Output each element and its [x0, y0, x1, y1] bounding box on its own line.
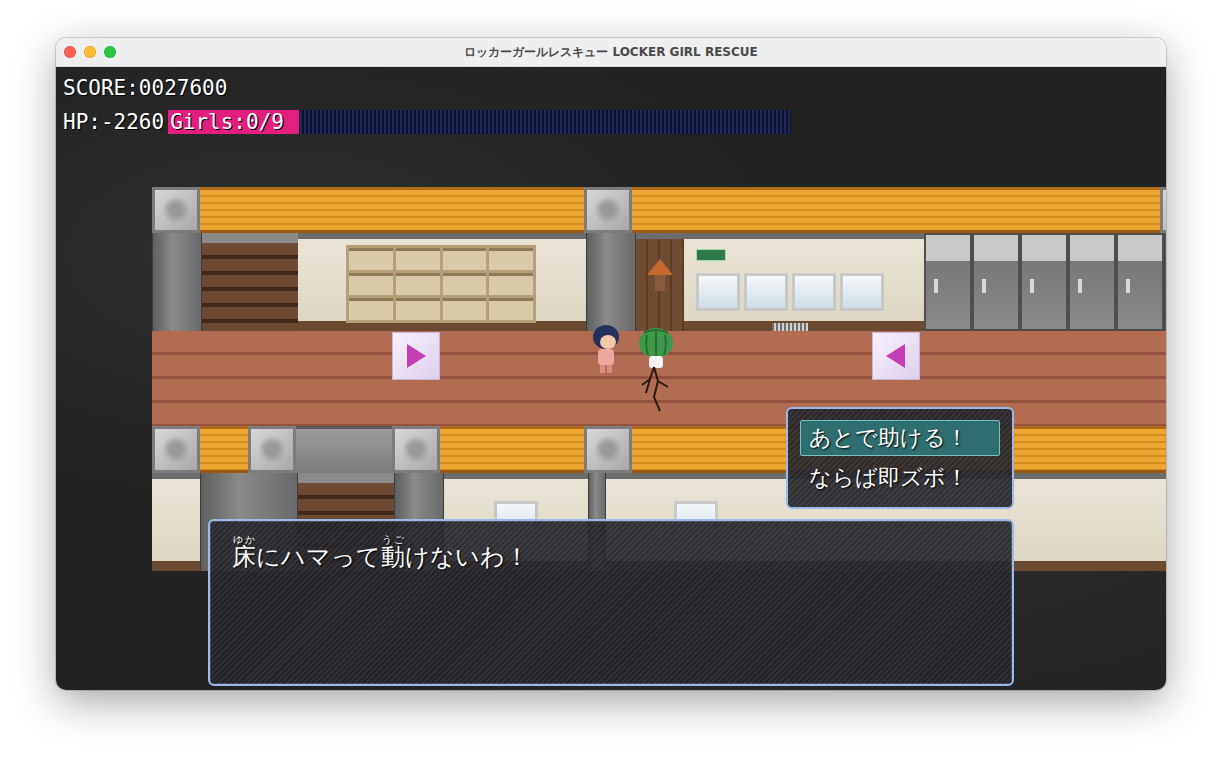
- pillar: [248, 426, 296, 473]
- trim: [632, 187, 1160, 233]
- locker-handle: [934, 279, 938, 293]
- locker[interactable]: [924, 233, 972, 331]
- arrow-tile: [392, 332, 440, 380]
- wall: [152, 473, 200, 571]
- score-line: SCORE:0027600: [63, 75, 1159, 101]
- shelf: [346, 245, 536, 323]
- map: [152, 187, 1166, 571]
- window-pane: [792, 273, 836, 311]
- column: [1164, 233, 1166, 331]
- pillar: [152, 187, 200, 233]
- door: [636, 233, 684, 331]
- minimize-button[interactable]: [84, 46, 96, 58]
- wall: [298, 233, 346, 331]
- hud: SCORE:0027600 HP:-2260Girls:0/9: [56, 67, 1166, 187]
- windows: [696, 273, 884, 311]
- class-sign: [696, 249, 726, 261]
- arrow-tile: [872, 332, 920, 380]
- shelf-cell: [396, 298, 440, 320]
- locker[interactable]: [1020, 233, 1068, 331]
- left-arrow-icon: [881, 341, 911, 371]
- locker[interactable]: [1116, 233, 1164, 331]
- shelf-cell: [396, 248, 440, 270]
- gauge: Girls:0/9: [168, 110, 791, 134]
- ruby-text: 床ゆか: [232, 543, 256, 571]
- girls-count: Girls:0/9: [168, 110, 284, 134]
- locker[interactable]: [972, 233, 1020, 331]
- shelf-cell: [489, 273, 533, 295]
- choice-window: あとで助ける！ ならば即ズボ！: [786, 407, 1014, 509]
- shelf-cell: [489, 248, 533, 270]
- window-pane: [840, 273, 884, 311]
- locker-handle: [1078, 279, 1082, 293]
- trim: [200, 426, 248, 473]
- desktop: ロッカーガールレスキュー LOCKER GIRL RESCUE SCORE:002…: [0, 0, 1222, 764]
- right-arrow-icon: [401, 341, 431, 371]
- column: [152, 233, 202, 331]
- shelf-cell: [443, 273, 487, 295]
- shelf-cell: [349, 298, 393, 320]
- top-wall: [152, 233, 1166, 331]
- lamp-icon: [643, 255, 677, 295]
- window-pane: [696, 273, 740, 311]
- shelf-cell: [349, 248, 393, 270]
- column: [586, 233, 636, 331]
- trim: [200, 187, 584, 233]
- pillar: [584, 187, 632, 233]
- stuck-girl-icon[interactable]: [636, 327, 676, 415]
- locker-handle: [1030, 279, 1034, 293]
- choice-option[interactable]: ならば即ズボ！: [800, 460, 1000, 496]
- locker-handle: [1126, 279, 1130, 293]
- pillar: [392, 426, 440, 473]
- hp: HP:-2260: [63, 110, 164, 134]
- window-title: ロッカーガールレスキュー LOCKER GIRL RESCUE: [126, 44, 1096, 61]
- shelf-cell: [443, 298, 487, 320]
- message-segment: にハマって: [256, 543, 381, 571]
- wall: [346, 233, 538, 331]
- title-bar: ロッカーガールレスキュー LOCKER GIRL RESCUE: [56, 38, 1166, 67]
- pillar: [1160, 187, 1166, 233]
- locker-handle: [982, 279, 986, 293]
- locker[interactable]: [1068, 233, 1116, 331]
- lockers: [924, 233, 1164, 331]
- wall: [684, 233, 924, 331]
- game-screen[interactable]: SCORE:0027600 HP:-2260Girls:0/9 あとで助ける！ ならば…: [56, 67, 1166, 690]
- choice-option[interactable]: あとで助ける！: [800, 420, 1000, 456]
- shelf-cell: [349, 273, 393, 295]
- wall: [538, 233, 586, 331]
- game-window: ロッカーガールレスキュー LOCKER GIRL RESCUE SCORE:002…: [56, 38, 1166, 690]
- wall-fixtures: [696, 249, 884, 332]
- shelf-cell: [443, 248, 487, 270]
- top-trim: [152, 187, 1166, 233]
- message-segment: けないわ！: [405, 543, 529, 571]
- hero-icon[interactable]: [590, 323, 622, 375]
- pillar: [584, 426, 632, 473]
- trim: [440, 426, 584, 473]
- window-controls: [56, 46, 126, 58]
- shelf-cell: [396, 273, 440, 295]
- message-text: 床ゆかにハマって動うごけないわ！: [232, 535, 990, 575]
- window-pane: [744, 273, 788, 311]
- ruby-text: 動うご: [381, 543, 405, 571]
- stairs: [202, 233, 298, 331]
- shelf-cell: [489, 298, 533, 320]
- close-button[interactable]: [64, 46, 76, 58]
- zoom-button[interactable]: [104, 46, 116, 58]
- message-window: 床ゆかにハマって動うごけないわ！: [208, 519, 1014, 686]
- stair-top: [296, 426, 392, 473]
- score: SCORE:0027600: [63, 76, 227, 100]
- pillar: [152, 426, 200, 473]
- status-line: HP:-2260Girls:0/9: [63, 109, 1159, 135]
